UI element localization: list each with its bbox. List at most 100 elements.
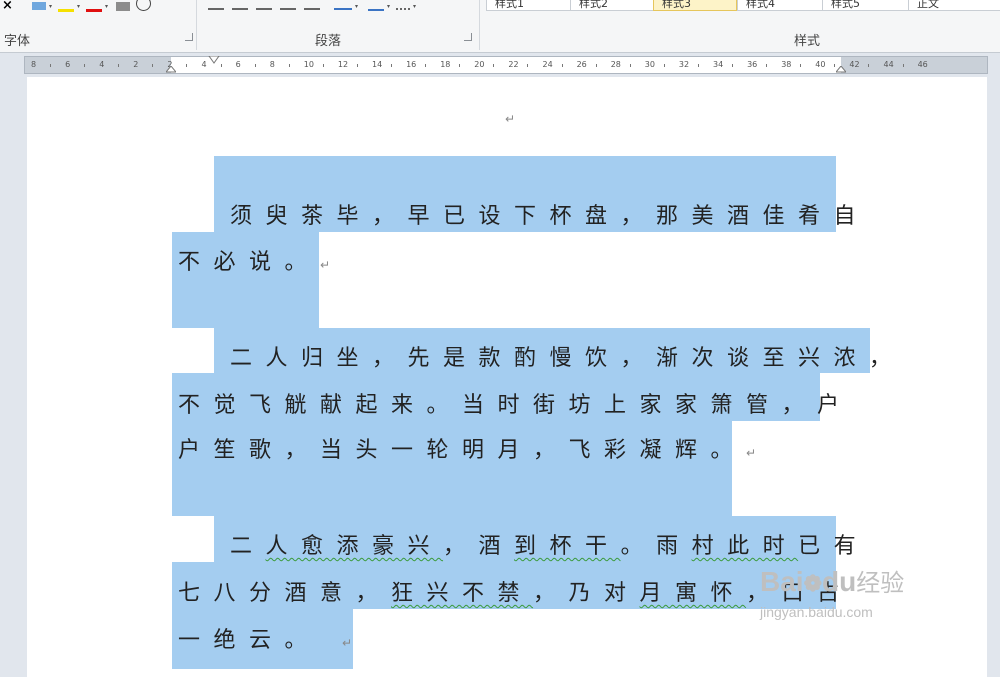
ruler-tick-label: 8	[269, 60, 275, 69]
ruler-tick-mark	[766, 64, 768, 67]
ruler-tick-label: 4	[99, 60, 105, 69]
text-line[interactable]: 不必说。↵	[178, 244, 330, 276]
justify-icon[interactable]	[280, 2, 296, 10]
ruler-tick-label: 44	[883, 60, 894, 69]
dropdown-arrow-icon[interactable]: ▾	[413, 3, 416, 10]
dropdown-arrow-icon[interactable]: ▾	[105, 3, 108, 10]
ruler-tick-label: 16	[406, 60, 417, 69]
text-line[interactable]: 不觉飞觥献起来。当时街坊上家家箫管，户	[178, 387, 853, 419]
ruler-tick-mark	[493, 64, 495, 67]
ruler-tick-mark	[288, 64, 290, 67]
ruler-tick-mark	[561, 64, 563, 67]
group-divider	[479, 0, 480, 50]
paragraph-mark: ↵	[320, 258, 331, 272]
text-effect-icon[interactable]	[32, 2, 46, 10]
close-format-icon[interactable]: ×	[2, 0, 14, 12]
ruler-tick-label: 20	[474, 60, 485, 69]
text-span: 不必说。	[178, 250, 321, 275]
ruler-tick-mark	[356, 64, 358, 67]
dropdown-arrow-icon[interactable]: ▾	[387, 3, 390, 10]
text-span: ，乃对	[533, 581, 640, 606]
text-span: 一绝云。	[178, 628, 321, 653]
ruler-tick-label: 46	[917, 60, 928, 69]
ruler-tick-label: 26	[576, 60, 587, 69]
font-dialog-launcher-icon[interactable]	[185, 33, 193, 41]
ruler-tick-label: 24	[542, 60, 553, 69]
group-label-font: 字体	[4, 34, 31, 49]
dropdown-arrow-icon[interactable]: ▾	[77, 3, 80, 10]
ruler-tick-label: 14	[372, 60, 383, 69]
ruler-tick-label: 30	[644, 60, 655, 69]
align-left-icon[interactable]	[208, 2, 224, 10]
ribbon: × ▾ ▾ ▾ 字体 ▾ ▾ ▾ 段落 样式1 样式2 样式3 样式4 样式5 …	[0, 0, 1000, 53]
ruler-tick-label: 10	[303, 60, 314, 69]
ruler-tick-label: 36	[747, 60, 758, 69]
ruler-tick-mark	[50, 64, 51, 67]
watermark-logo: Bai❁du经验	[760, 563, 904, 598]
style-gallery-item[interactable]: 样式5	[822, 0, 910, 11]
ruler-tick-mark	[697, 64, 699, 67]
text-line[interactable]: 二人归坐，先是款酌慢饮，渐次谈至兴浓，	[230, 340, 905, 372]
style-gallery-item[interactable]: 样式4	[737, 0, 825, 11]
ruler-tick-mark	[220, 64, 222, 67]
distributed-icon[interactable]	[304, 2, 320, 10]
ruler-right-margin	[841, 57, 987, 73]
ruler-tick-mark	[902, 64, 904, 67]
text-span: 户笙歌，当头一轮明月，飞彩凝辉。	[178, 438, 747, 463]
ruler-left-margin	[25, 57, 171, 73]
right-indent-marker-icon[interactable]	[836, 66, 846, 74]
character-shading-icon[interactable]	[116, 1, 131, 11]
group-divider	[196, 0, 197, 50]
ruler-tick-mark	[629, 64, 631, 67]
align-center-icon[interactable]	[232, 2, 248, 10]
text-line[interactable]: 须臾茶毕，早已设下杯盘，那美酒佳肴自	[230, 198, 869, 230]
ruler-tick-mark	[391, 64, 392, 67]
text-line[interactable]: 二人愈添豪兴，酒到杯干。雨村此时已有	[230, 528, 869, 560]
text-span: 。雨	[620, 534, 692, 559]
line-spacing-icon[interactable]	[334, 2, 352, 10]
ruler-tick-mark	[527, 64, 529, 67]
style-gallery-item-selected[interactable]: 样式3	[653, 0, 737, 11]
ruler-tick-mark	[118, 64, 120, 67]
hanging-indent-marker-icon[interactable]	[166, 66, 176, 74]
style-gallery-item[interactable]: 样式1	[486, 0, 576, 11]
ruler-tick-label: 6	[65, 60, 71, 69]
borders-icon[interactable]	[396, 2, 411, 10]
ruler-tick-mark	[459, 64, 461, 67]
paragraph-dialog-launcher-icon[interactable]	[464, 33, 472, 41]
dropdown-arrow-icon[interactable]: ▾	[49, 3, 52, 10]
shading-icon[interactable]	[368, 2, 385, 11]
ruler-tick-label: 38	[781, 60, 792, 69]
ruler-tick-label: 6	[235, 60, 241, 69]
ruler-tick-mark	[186, 64, 188, 67]
dropdown-arrow-icon[interactable]: ▾	[355, 3, 358, 10]
align-right-icon[interactable]	[256, 2, 272, 10]
first-line-indent-marker-icon[interactable]	[208, 56, 220, 64]
text-line[interactable]: 一绝云。 ↵	[178, 622, 352, 654]
horizontal-ruler[interactable]: 8 6 4 2 2 4 6 8 10 12 14 16 18 20 22 24 26 28 30 32 34 36 38 40…	[24, 56, 988, 74]
text-line[interactable]: 七八分酒意，狂兴不禁，乃对月寓怀，口占	[178, 575, 853, 607]
highlight-color-icon[interactable]	[58, 1, 75, 12]
ruler-tick-label: 12	[337, 60, 349, 69]
text-span: 七八分酒意，	[178, 581, 392, 606]
grammar-flag[interactable]: 人愈添豪兴	[266, 534, 444, 559]
grammar-flag[interactable]: 村此时	[692, 534, 799, 559]
paragraph-mark: ↵	[746, 446, 757, 460]
text-line[interactable]: 户笙歌，当头一轮明月，飞彩凝辉。↵	[178, 432, 756, 464]
font-color-icon[interactable]	[86, 1, 103, 12]
text-span: 二	[230, 534, 266, 559]
watermark-url: jingyan.baidu.com	[760, 604, 873, 620]
paragraph-toolbar-row: ▾ ▾ ▾	[208, 0, 416, 12]
style-gallery-item[interactable]: 样式2	[570, 0, 654, 11]
enclose-character-icon[interactable]	[136, 0, 152, 11]
grammar-flag[interactable]: 狂兴不禁	[391, 581, 533, 606]
style-label: 样式3	[662, 0, 691, 10]
group-label-styles: 样式	[794, 34, 821, 49]
ruler-tick-mark	[868, 64, 870, 67]
grammar-flag[interactable]: 月寓怀	[640, 581, 747, 606]
style-gallery-item[interactable]: 正文	[908, 0, 1000, 11]
grammar-flag[interactable]: 到杯干	[514, 534, 621, 559]
font-toolbar-row: × ▾ ▾ ▾	[2, 0, 152, 12]
text-span: ，酒	[443, 534, 515, 559]
ruler-tick-mark	[84, 64, 86, 67]
